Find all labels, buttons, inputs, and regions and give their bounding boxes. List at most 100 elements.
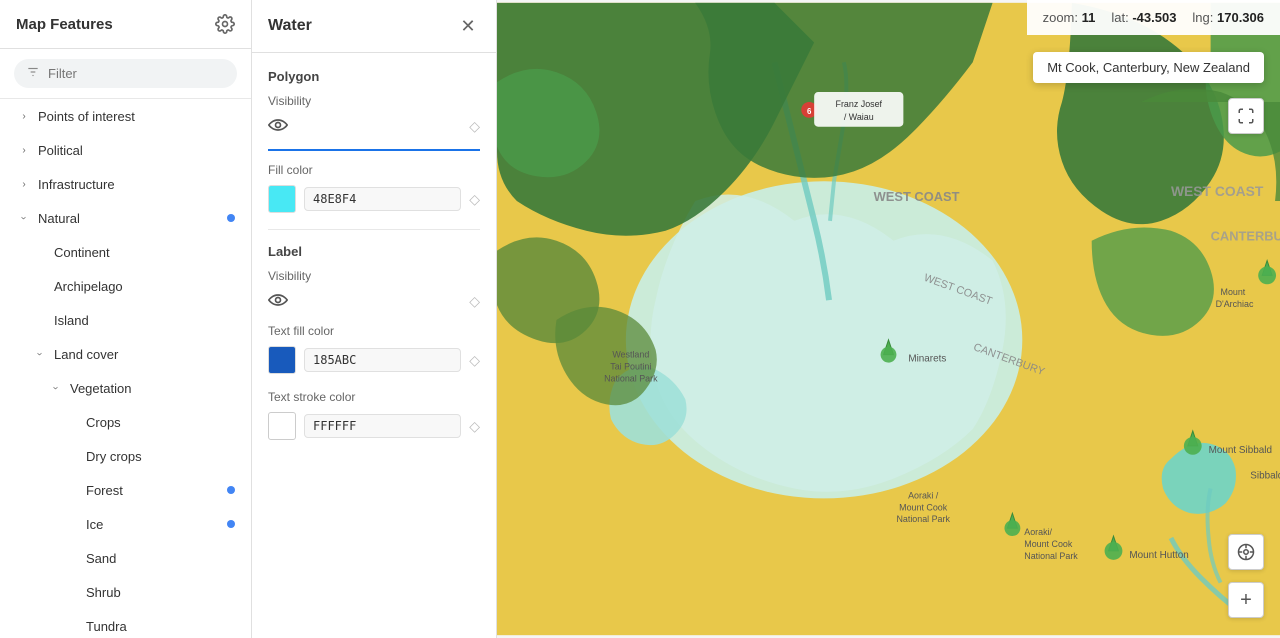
- svg-text:National Park: National Park: [1024, 551, 1078, 561]
- polygon-fill-color-row: 48E8F4 ◇: [268, 185, 480, 213]
- sidebar-item-vegetation[interactable]: › Vegetation: [0, 371, 251, 405]
- sidebar-header: Map Features: [0, 0, 251, 49]
- text-stroke-diamond-icon[interactable]: ◇: [469, 418, 480, 435]
- middle-panel: Water ✕ Polygon Visibility ◇ Fill color …: [252, 0, 497, 638]
- spacer: [64, 584, 80, 600]
- filter-input-wrap: [14, 59, 237, 88]
- svg-text:Tai Poutini: Tai Poutini: [610, 362, 651, 372]
- chevron-down-icon: ›: [32, 346, 48, 362]
- text-fill-value[interactable]: 185ABC: [304, 348, 461, 372]
- sidebar-item-label: Shrub: [86, 585, 121, 600]
- section-divider: [268, 229, 480, 230]
- spacer: [64, 516, 80, 532]
- polygon-visibility-diamond-icon[interactable]: ◇: [469, 118, 480, 135]
- sidebar-item-label: Continent: [54, 245, 110, 260]
- filter-input[interactable]: [48, 66, 225, 81]
- map-topbar: zoom: 11 lat: -43.503 lng: 170.306: [1027, 0, 1280, 35]
- map-lat: lat: -43.503: [1111, 10, 1176, 25]
- svg-text:CANTERBURY: CANTERBURY: [1211, 229, 1280, 244]
- text-stroke-swatch[interactable]: [268, 412, 296, 440]
- chevron-right-icon: ›: [16, 108, 32, 124]
- map-lng: lng: 170.306: [1192, 10, 1264, 25]
- sidebar-item-label: Ice: [86, 517, 103, 532]
- fill-color-diamond-icon[interactable]: ◇: [469, 191, 480, 208]
- label-section: Label Visibility ◇ Text fill color 185AB…: [268, 244, 480, 440]
- sidebar-item-continent[interactable]: Continent: [0, 235, 251, 269]
- filter-icon: [26, 65, 40, 82]
- svg-text:Aoraki /: Aoraki /: [908, 490, 939, 500]
- sidebar-item-sand[interactable]: Sand: [0, 541, 251, 575]
- sidebar-item-ice[interactable]: Ice: [0, 507, 251, 541]
- spacer: [32, 244, 48, 260]
- text-fill-diamond-icon[interactable]: ◇: [469, 352, 480, 369]
- spacer: [64, 618, 80, 634]
- sidebar-item-political[interactable]: › Political: [0, 133, 251, 167]
- panel-content: Polygon Visibility ◇ Fill color 48E8F4 ◇: [252, 53, 496, 638]
- sidebar-item-land-cover[interactable]: › Land cover: [0, 337, 251, 371]
- sidebar-item-label: Archipelago: [54, 279, 123, 294]
- label-section-label: Label: [268, 244, 480, 259]
- text-fill-swatch[interactable]: [268, 346, 296, 374]
- sidebar-item-tundra[interactable]: Tundra: [0, 609, 251, 638]
- svg-text:D'Archiac: D'Archiac: [1216, 299, 1254, 309]
- chevron-down-icon: ›: [16, 210, 32, 226]
- spacer: [32, 278, 48, 294]
- text-stroke-value[interactable]: FFFFFF: [304, 414, 461, 438]
- eye-icon[interactable]: [268, 116, 288, 137]
- sidebar-item-label: Dry crops: [86, 449, 142, 464]
- svg-text:Westland: Westland: [612, 350, 649, 360]
- label-visibility-diamond-icon[interactable]: ◇: [469, 293, 480, 310]
- text-fill-label: Text fill color: [268, 324, 480, 338]
- fullscreen-button[interactable]: [1228, 98, 1264, 134]
- svg-text:National Park: National Park: [604, 373, 658, 383]
- sidebar-item-crops[interactable]: Crops: [0, 405, 251, 439]
- spacer: [64, 482, 80, 498]
- chevron-right-icon: ›: [16, 176, 32, 192]
- sidebar-item-island[interactable]: Island: [0, 303, 251, 337]
- sidebar-list: › Points of interest › Political › Infra…: [0, 99, 251, 638]
- sidebar-item-infrastructure[interactable]: › Infrastructure: [0, 167, 251, 201]
- sidebar-item-label: Island: [54, 313, 89, 328]
- polygon-visibility-row: ◇: [268, 116, 480, 137]
- sidebar-item-natural[interactable]: › Natural: [0, 201, 251, 235]
- close-button[interactable]: ✕: [456, 14, 480, 38]
- filter-bar: [0, 49, 251, 99]
- polygon-section-label: Polygon: [268, 69, 480, 84]
- sidebar-item-label: Sand: [86, 551, 116, 566]
- sidebar-item-label: Vegetation: [70, 381, 131, 396]
- text-stroke-color-row: FFFFFF ◇: [268, 412, 480, 440]
- sidebar-item-shrub[interactable]: Shrub: [0, 575, 251, 609]
- spacer: [64, 414, 80, 430]
- label-visibility-label: Visibility: [268, 269, 480, 283]
- svg-text:Minarets: Minarets: [908, 354, 946, 365]
- fill-color-value[interactable]: 48E8F4: [304, 187, 461, 211]
- sidebar-item-forest[interactable]: Forest: [0, 473, 251, 507]
- sidebar-item-label: Crops: [86, 415, 121, 430]
- sidebar-item-label: Tundra: [86, 619, 127, 634]
- gear-icon[interactable]: [215, 14, 235, 34]
- fill-color-swatch[interactable]: [268, 185, 296, 213]
- fill-line: [268, 149, 480, 151]
- spacer: [64, 550, 80, 566]
- sidebar-item-dry-crops[interactable]: Dry crops: [0, 439, 251, 473]
- svg-text:Mount: Mount: [1221, 287, 1246, 297]
- panel-header: Water ✕: [252, 0, 496, 53]
- svg-text:WEST COAST: WEST COAST: [1171, 183, 1264, 199]
- map-area[interactable]: zoom: 11 lat: -43.503 lng: 170.306 Mt Co…: [497, 0, 1280, 638]
- svg-text:Sibbald: Sibbald: [1250, 471, 1280, 482]
- zoom-plus-button[interactable]: +: [1228, 582, 1264, 618]
- label-visibility-row: ◇: [268, 291, 480, 312]
- locate-button[interactable]: [1228, 534, 1264, 570]
- map-zoom: zoom: 11: [1043, 10, 1096, 25]
- svg-text:Mount Hutton: Mount Hutton: [1129, 550, 1188, 561]
- sidebar-item-archipelago[interactable]: Archipelago: [0, 269, 251, 303]
- text-stroke-label: Text stroke color: [268, 390, 480, 404]
- chevron-right-icon: ›: [16, 142, 32, 158]
- active-dot: [227, 486, 235, 494]
- spacer: [32, 312, 48, 328]
- sidebar-item-points-of-interest[interactable]: › Points of interest: [0, 99, 251, 133]
- eye-icon[interactable]: [268, 291, 288, 312]
- spacer: [64, 448, 80, 464]
- sidebar-item-label: Forest: [86, 483, 123, 498]
- svg-text:WEST COAST: WEST COAST: [874, 189, 960, 204]
